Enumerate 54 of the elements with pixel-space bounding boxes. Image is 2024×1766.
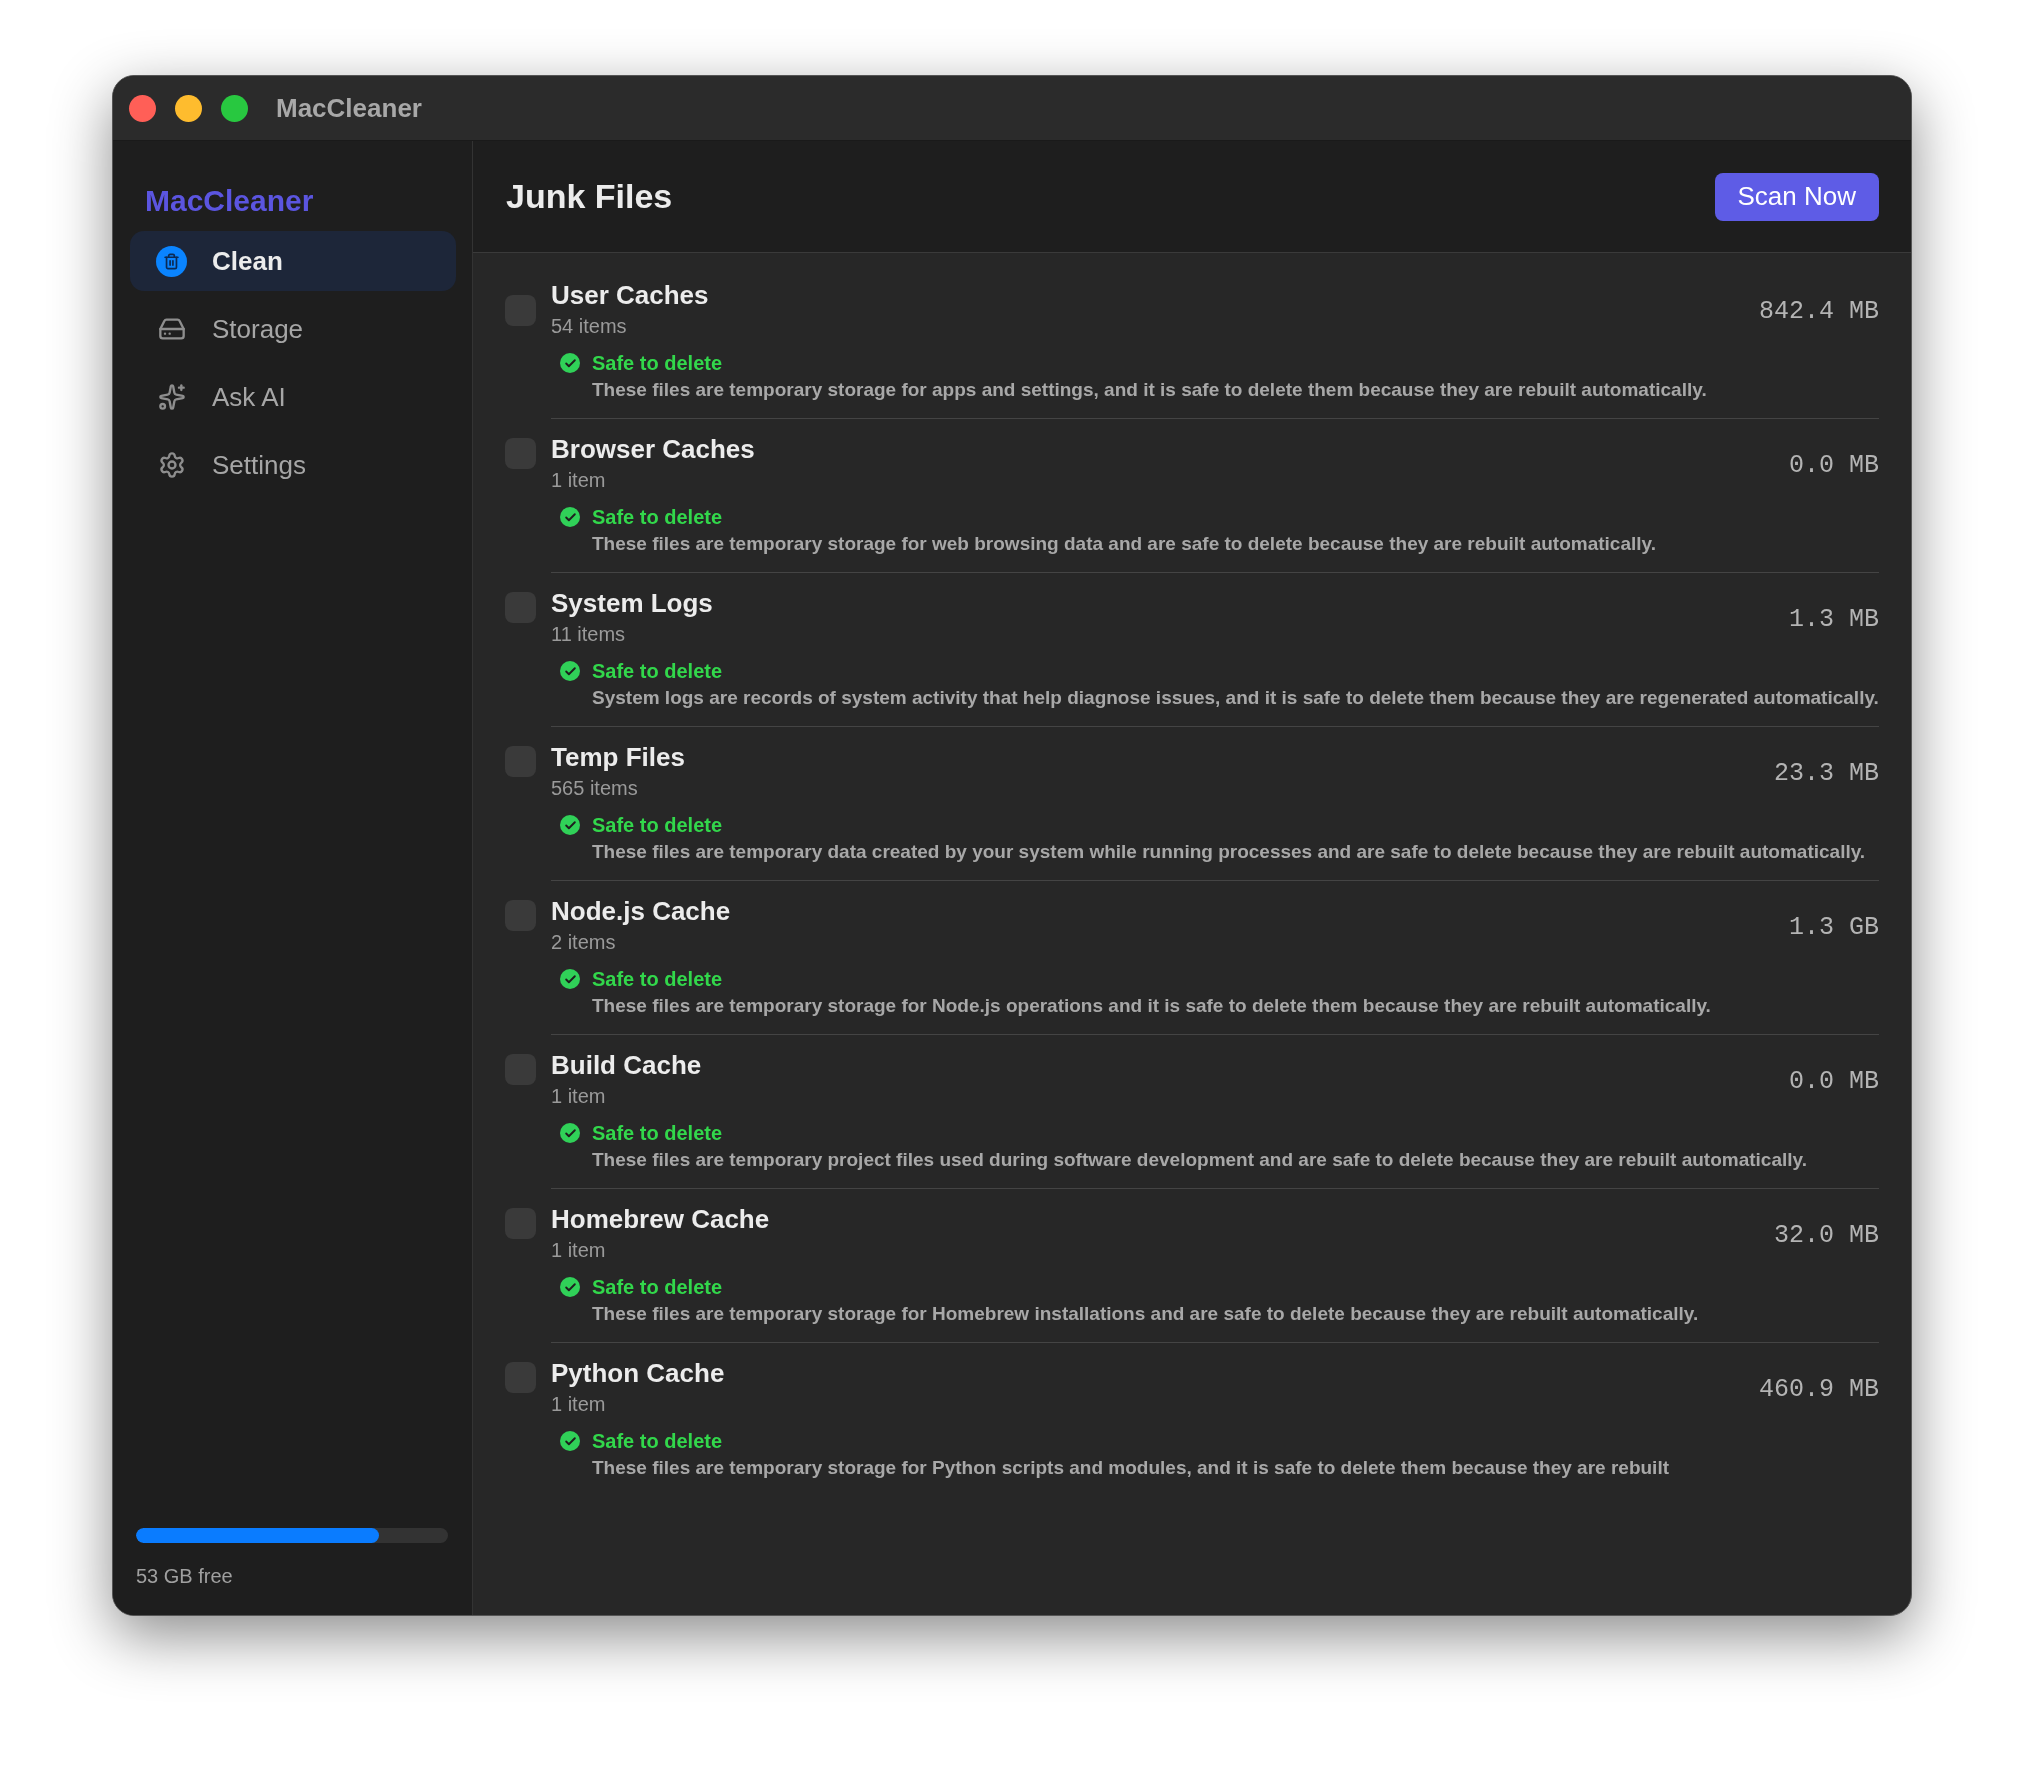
item-count: 565 items [551,776,639,801]
status-label: Safe to delete [592,351,723,376]
size-label: 1.3 GB [1789,912,1879,944]
description: These files are temporary storage for apps and settings, and it is safe to delete them because they are rebuilt automatically. [592,378,1708,402]
category-title: Python Cache [551,1357,725,1389]
item-count: 1 item [551,468,607,493]
status-label: Safe to delete [592,1121,723,1146]
category-title: System Logs [551,587,713,619]
sidebar-item[interactable]: Storage [130,299,456,359]
size-label: 32.0 MB [1773,1220,1879,1252]
status-label: Safe to delete [592,967,723,992]
category-title: User Caches [551,279,709,311]
zoom-button[interactable] [221,94,248,122]
item-count: 1 item [551,1084,607,1109]
description: These files are temporary storage for Python scripts and modules, and it is safe to delete them because they are rebuilt [592,1456,1670,1480]
description: System logs are records of system activity that help diagnose issues, and it is safe to delete them because they are regenerated automatically. [592,686,1879,710]
description: These files are temporary storage for Homebrew installations and are safe to delete because they are rebuilt automatically. [592,1302,1700,1326]
app-logo: MacCleaner [145,183,315,219]
size-label: 0.0 MB [1789,450,1879,482]
item-count: 1 item [551,1238,607,1263]
free-space-label: 53 GB free [136,1564,234,1589]
close-button[interactable] [129,94,156,122]
trash-icon [156,245,187,277]
status-label: Safe to delete [592,1429,723,1454]
page-title: Junk Files [506,176,673,217]
scan-now-button[interactable]: Scan Now [1714,172,1879,221]
category-title: Node.js Cache [551,895,731,927]
description: These files are temporary storage for Node.js operations and it is safe to delete them because they are rebuilt automatically. [592,994,1712,1018]
item-count: 1 item [551,1392,607,1417]
sidebar-item[interactable]: Settings [130,435,456,495]
sparkles-icon [156,381,187,413]
size-label: 460.9 MB [1758,1374,1879,1406]
item-count: 2 items [551,930,617,955]
sidebar-item[interactable]: Ask AI [130,367,456,427]
sidebar-item[interactable]: Clean [130,231,456,291]
description: These files are temporary data created by your system while running processes and are safe to delete because they are rebuilt automatically. [592,840,1867,864]
item-count: 54 items [551,314,628,339]
size-label: 1.3 MB [1789,604,1879,636]
status-label: Safe to delete [592,659,723,684]
size-label: 23.3 MB [1773,758,1879,790]
minimize-button[interactable] [175,94,202,122]
size-label: 0.0 MB [1789,1066,1879,1098]
status-label: Safe to delete [592,813,723,838]
category-title: Browser Caches [551,433,755,465]
category-title: Build Cache [551,1049,702,1081]
category-title: Homebrew Cache [551,1203,770,1235]
item-count: 11 items [551,622,627,647]
window-title: MacCleaner [276,91,422,125]
size-label: 842.4 MB [1758,296,1879,328]
category-title: Temp Files [551,741,685,773]
status-label: Safe to delete [592,505,723,530]
description: These files are temporary project files used during software development and are safe to delete because they are rebuilt automatically. [592,1148,1808,1172]
description: These files are temporary storage for web browsing data and are safe to delete because they are rebuilt automatically. [592,532,1657,556]
status-label: Safe to delete [592,1275,723,1300]
